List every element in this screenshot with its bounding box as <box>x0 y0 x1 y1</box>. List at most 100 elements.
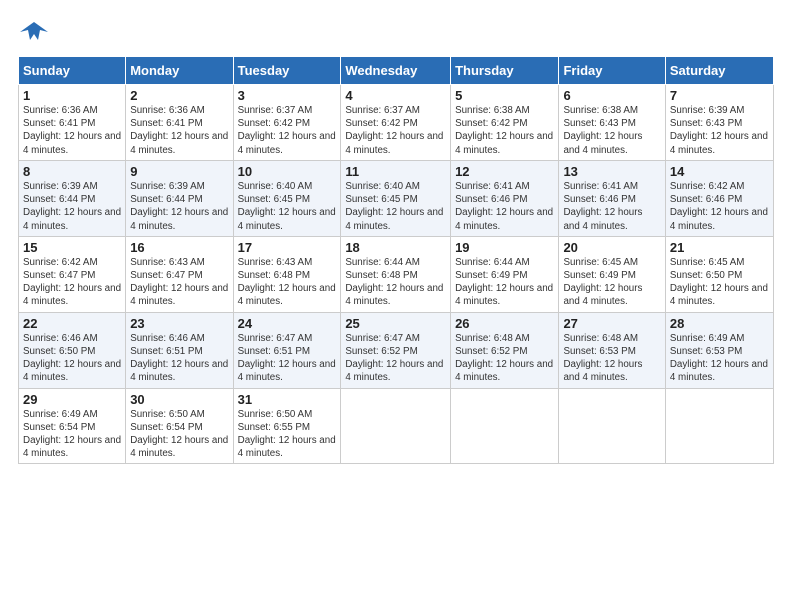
day-info: Sunrise: 6:47 AM Sunset: 6:52 PM Dayligh… <box>345 332 446 385</box>
day-number: 10 <box>238 164 337 179</box>
day-number: 17 <box>238 240 337 255</box>
header-cell-saturday: Saturday <box>665 57 773 85</box>
day-number: 15 <box>23 240 121 255</box>
day-cell: 17Sunrise: 6:43 AM Sunset: 6:48 PM Dayli… <box>233 236 341 312</box>
day-number: 16 <box>130 240 228 255</box>
header-cell-monday: Monday <box>126 57 233 85</box>
day-info: Sunrise: 6:41 AM Sunset: 6:46 PM Dayligh… <box>455 180 554 233</box>
day-cell: 28Sunrise: 6:49 AM Sunset: 6:53 PM Dayli… <box>665 312 773 388</box>
day-cell: 4Sunrise: 6:37 AM Sunset: 6:42 PM Daylig… <box>341 85 451 161</box>
day-cell: 8Sunrise: 6:39 AM Sunset: 6:44 PM Daylig… <box>19 160 126 236</box>
header-cell-thursday: Thursday <box>451 57 559 85</box>
day-number: 4 <box>345 88 446 103</box>
day-info: Sunrise: 6:42 AM Sunset: 6:46 PM Dayligh… <box>670 180 769 233</box>
day-info: Sunrise: 6:48 AM Sunset: 6:52 PM Dayligh… <box>455 332 554 385</box>
day-cell: 30Sunrise: 6:50 AM Sunset: 6:54 PM Dayli… <box>126 388 233 464</box>
header-cell-tuesday: Tuesday <box>233 57 341 85</box>
day-info: Sunrise: 6:49 AM Sunset: 6:53 PM Dayligh… <box>670 332 769 385</box>
day-number: 21 <box>670 240 769 255</box>
day-info: Sunrise: 6:40 AM Sunset: 6:45 PM Dayligh… <box>345 180 446 233</box>
day-info: Sunrise: 6:43 AM Sunset: 6:47 PM Dayligh… <box>130 256 228 309</box>
day-number: 19 <box>455 240 554 255</box>
day-cell: 25Sunrise: 6:47 AM Sunset: 6:52 PM Dayli… <box>341 312 451 388</box>
day-number: 1 <box>23 88 121 103</box>
day-cell: 26Sunrise: 6:48 AM Sunset: 6:52 PM Dayli… <box>451 312 559 388</box>
day-cell: 12Sunrise: 6:41 AM Sunset: 6:46 PM Dayli… <box>451 160 559 236</box>
day-info: Sunrise: 6:46 AM Sunset: 6:50 PM Dayligh… <box>23 332 121 385</box>
day-info: Sunrise: 6:39 AM Sunset: 6:44 PM Dayligh… <box>23 180 121 233</box>
day-cell: 5Sunrise: 6:38 AM Sunset: 6:42 PM Daylig… <box>451 85 559 161</box>
day-info: Sunrise: 6:49 AM Sunset: 6:54 PM Dayligh… <box>23 408 121 461</box>
day-cell: 2Sunrise: 6:36 AM Sunset: 6:41 PM Daylig… <box>126 85 233 161</box>
day-cell: 9Sunrise: 6:39 AM Sunset: 6:44 PM Daylig… <box>126 160 233 236</box>
day-cell: 14Sunrise: 6:42 AM Sunset: 6:46 PM Dayli… <box>665 160 773 236</box>
day-cell: 20Sunrise: 6:45 AM Sunset: 6:49 PM Dayli… <box>559 236 665 312</box>
week-row: 22Sunrise: 6:46 AM Sunset: 6:50 PM Dayli… <box>19 312 774 388</box>
day-number: 18 <box>345 240 446 255</box>
day-info: Sunrise: 6:50 AM Sunset: 6:55 PM Dayligh… <box>238 408 337 461</box>
day-info: Sunrise: 6:39 AM Sunset: 6:43 PM Dayligh… <box>670 104 769 157</box>
logo-bird-icon <box>20 18 48 46</box>
day-number: 5 <box>455 88 554 103</box>
day-info: Sunrise: 6:39 AM Sunset: 6:44 PM Dayligh… <box>130 180 228 233</box>
day-cell: 16Sunrise: 6:43 AM Sunset: 6:47 PM Dayli… <box>126 236 233 312</box>
day-number: 30 <box>130 392 228 407</box>
day-cell: 27Sunrise: 6:48 AM Sunset: 6:53 PM Dayli… <box>559 312 665 388</box>
day-number: 12 <box>455 164 554 179</box>
day-cell <box>341 388 451 464</box>
day-number: 8 <box>23 164 121 179</box>
day-cell: 29Sunrise: 6:49 AM Sunset: 6:54 PM Dayli… <box>19 388 126 464</box>
day-info: Sunrise: 6:36 AM Sunset: 6:41 PM Dayligh… <box>23 104 121 157</box>
calendar-header: SundayMondayTuesdayWednesdayThursdayFrid… <box>19 57 774 85</box>
day-info: Sunrise: 6:48 AM Sunset: 6:53 PM Dayligh… <box>563 332 660 385</box>
day-number: 24 <box>238 316 337 331</box>
day-cell: 3Sunrise: 6:37 AM Sunset: 6:42 PM Daylig… <box>233 85 341 161</box>
day-number: 23 <box>130 316 228 331</box>
day-info: Sunrise: 6:36 AM Sunset: 6:41 PM Dayligh… <box>130 104 228 157</box>
day-number: 20 <box>563 240 660 255</box>
page: SundayMondayTuesdayWednesdayThursdayFrid… <box>0 0 792 612</box>
logo <box>18 18 48 46</box>
week-row: 29Sunrise: 6:49 AM Sunset: 6:54 PM Dayli… <box>19 388 774 464</box>
day-number: 6 <box>563 88 660 103</box>
day-cell <box>451 388 559 464</box>
day-number: 22 <box>23 316 121 331</box>
day-number: 3 <box>238 88 337 103</box>
day-cell: 31Sunrise: 6:50 AM Sunset: 6:55 PM Dayli… <box>233 388 341 464</box>
day-number: 31 <box>238 392 337 407</box>
day-cell <box>559 388 665 464</box>
day-cell: 21Sunrise: 6:45 AM Sunset: 6:50 PM Dayli… <box>665 236 773 312</box>
day-number: 26 <box>455 316 554 331</box>
day-cell: 23Sunrise: 6:46 AM Sunset: 6:51 PM Dayli… <box>126 312 233 388</box>
day-number: 14 <box>670 164 769 179</box>
day-info: Sunrise: 6:44 AM Sunset: 6:48 PM Dayligh… <box>345 256 446 309</box>
day-cell: 6Sunrise: 6:38 AM Sunset: 6:43 PM Daylig… <box>559 85 665 161</box>
day-info: Sunrise: 6:46 AM Sunset: 6:51 PM Dayligh… <box>130 332 228 385</box>
header-cell-wednesday: Wednesday <box>341 57 451 85</box>
day-info: Sunrise: 6:38 AM Sunset: 6:42 PM Dayligh… <box>455 104 554 157</box>
day-cell: 24Sunrise: 6:47 AM Sunset: 6:51 PM Dayli… <box>233 312 341 388</box>
day-cell <box>665 388 773 464</box>
day-cell: 1Sunrise: 6:36 AM Sunset: 6:41 PM Daylig… <box>19 85 126 161</box>
week-row: 1Sunrise: 6:36 AM Sunset: 6:41 PM Daylig… <box>19 85 774 161</box>
day-info: Sunrise: 6:37 AM Sunset: 6:42 PM Dayligh… <box>238 104 337 157</box>
day-info: Sunrise: 6:47 AM Sunset: 6:51 PM Dayligh… <box>238 332 337 385</box>
day-cell: 10Sunrise: 6:40 AM Sunset: 6:45 PM Dayli… <box>233 160 341 236</box>
day-number: 29 <box>23 392 121 407</box>
day-info: Sunrise: 6:44 AM Sunset: 6:49 PM Dayligh… <box>455 256 554 309</box>
week-row: 8Sunrise: 6:39 AM Sunset: 6:44 PM Daylig… <box>19 160 774 236</box>
day-info: Sunrise: 6:45 AM Sunset: 6:50 PM Dayligh… <box>670 256 769 309</box>
header-cell-sunday: Sunday <box>19 57 126 85</box>
day-number: 7 <box>670 88 769 103</box>
day-cell: 11Sunrise: 6:40 AM Sunset: 6:45 PM Dayli… <box>341 160 451 236</box>
day-cell: 18Sunrise: 6:44 AM Sunset: 6:48 PM Dayli… <box>341 236 451 312</box>
day-number: 27 <box>563 316 660 331</box>
day-cell: 15Sunrise: 6:42 AM Sunset: 6:47 PM Dayli… <box>19 236 126 312</box>
day-cell: 7Sunrise: 6:39 AM Sunset: 6:43 PM Daylig… <box>665 85 773 161</box>
day-cell: 13Sunrise: 6:41 AM Sunset: 6:46 PM Dayli… <box>559 160 665 236</box>
day-number: 9 <box>130 164 228 179</box>
header <box>18 18 774 46</box>
header-cell-friday: Friday <box>559 57 665 85</box>
day-cell: 22Sunrise: 6:46 AM Sunset: 6:50 PM Dayli… <box>19 312 126 388</box>
day-info: Sunrise: 6:41 AM Sunset: 6:46 PM Dayligh… <box>563 180 660 233</box>
